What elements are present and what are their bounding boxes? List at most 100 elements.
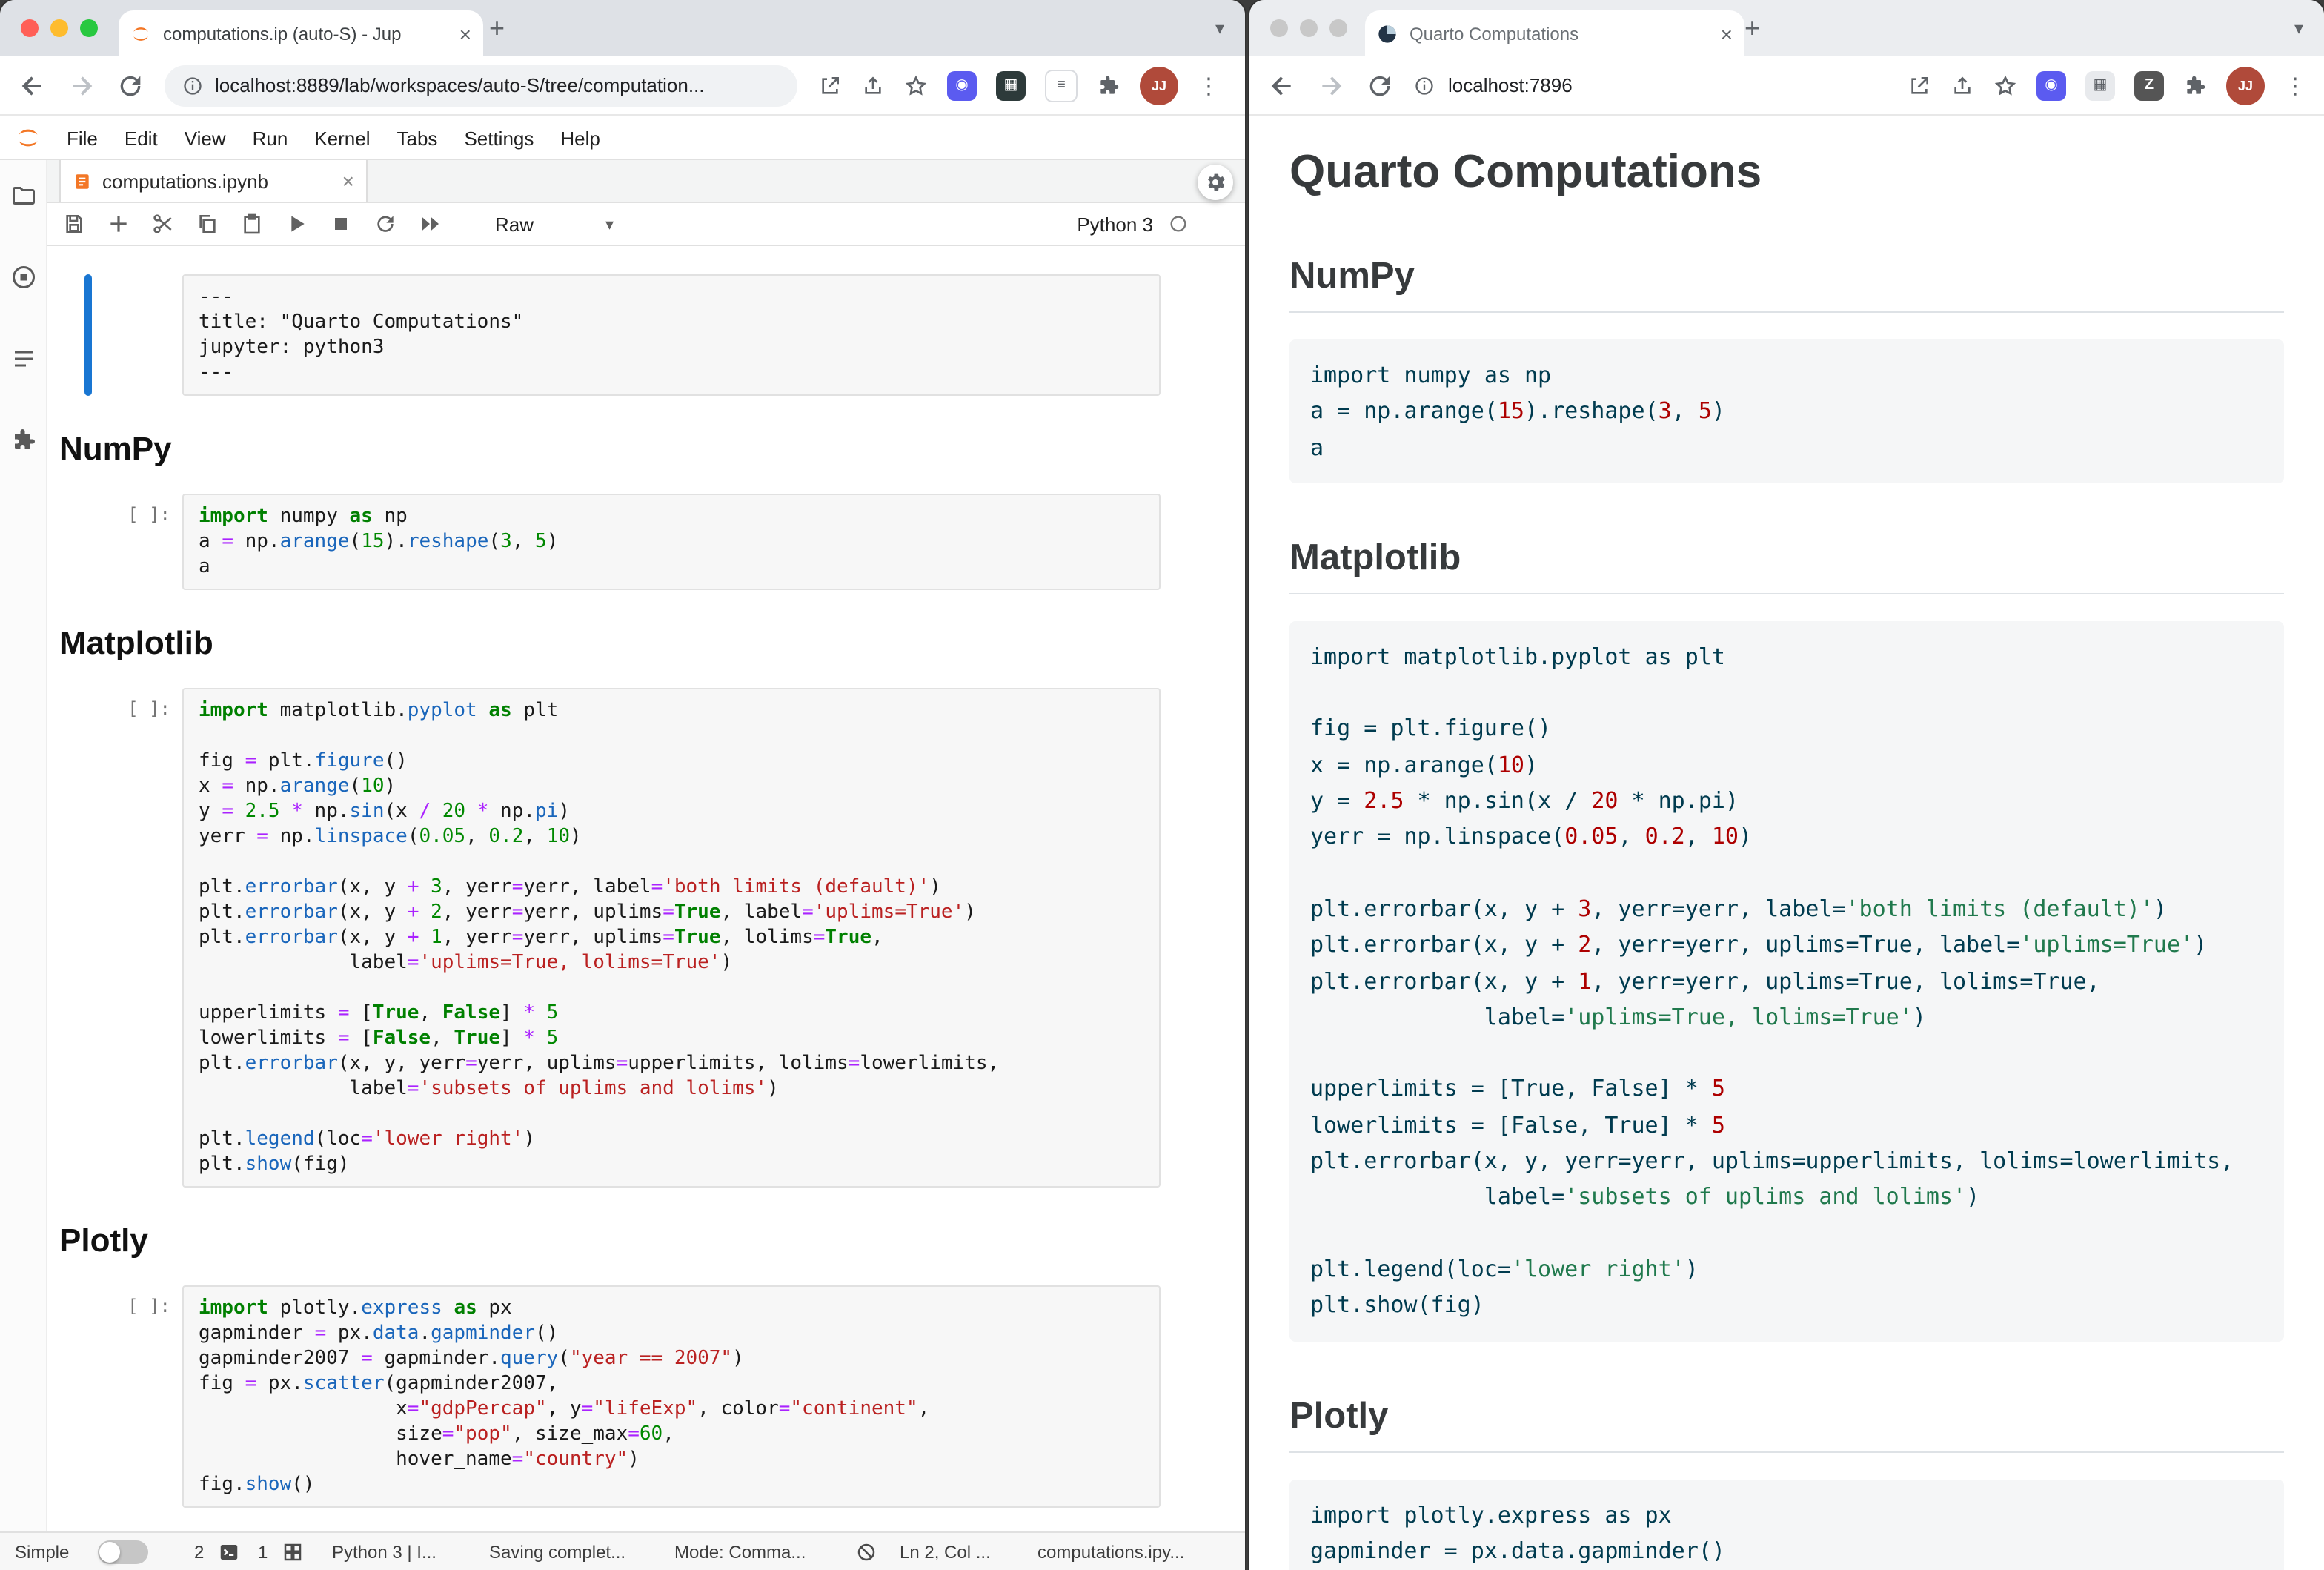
zoom-window-button[interactable] <box>1329 19 1347 37</box>
new-tab-button[interactable]: + <box>1744 13 1760 43</box>
active-cell-indicator[interactable] <box>84 274 92 396</box>
run-cell-button[interactable] <box>285 212 308 236</box>
markdown-heading-numpy[interactable]: NumPy <box>47 428 1245 470</box>
menu-tabs[interactable]: Tabs <box>384 127 451 149</box>
code-editor-matplotlib[interactable]: import matplotlib.pyplot as plt fig = pl… <box>182 688 1161 1188</box>
extension-loom-icon[interactable]: ◉ <box>947 70 977 100</box>
refresh-button[interactable] <box>1365 70 1395 100</box>
kernels-count[interactable]: 1 <box>258 1541 268 1562</box>
code-editor-plotly[interactable]: import plotly.express as pxgapminder = p… <box>182 1285 1161 1508</box>
bookmark-star-icon[interactable] <box>1993 73 2017 97</box>
add-cell-button[interactable] <box>107 212 130 236</box>
tab-search-chevron-icon[interactable]: ▾ <box>1215 18 1224 39</box>
extensions-puzzle-icon[interactable] <box>2183 73 2207 97</box>
save-button[interactable] <box>62 212 86 236</box>
address-bar[interactable]: localhost:8889/lab/workspaces/auto-S/tre… <box>165 64 797 106</box>
share-icon[interactable] <box>861 73 885 97</box>
tab-close-icon[interactable]: × <box>459 23 471 44</box>
kernel-grid-icon[interactable] <box>282 1540 304 1563</box>
open-in-new-icon[interactable] <box>818 73 842 97</box>
forward-button[interactable] <box>1316 70 1346 100</box>
extensions-puzzle-icon[interactable] <box>1097 73 1120 97</box>
bookmark-star-icon[interactable] <box>904 73 928 97</box>
site-info-icon[interactable] <box>182 75 203 96</box>
markdown-heading-matplotlib[interactable]: Matplotlib <box>47 623 1245 664</box>
tab-search-chevron-icon[interactable]: ▾ <box>2294 18 2303 39</box>
address-bar[interactable]: localhost:7896 <box>1414 74 1887 96</box>
cell-type-dropdown[interactable]: Raw ▾ <box>495 213 614 235</box>
open-in-new-icon[interactable] <box>1908 73 1931 97</box>
raw-frontmatter-cell[interactable]: ---title: "Quarto Computations"jupyter: … <box>182 274 1161 396</box>
menu-settings[interactable]: Settings <box>451 127 547 149</box>
paste-cells-button[interactable] <box>240 212 264 236</box>
code-cell-numpy[interactable]: [ ]: import numpy as npa = np.arange(15)… <box>182 494 1161 590</box>
cut-cells-button[interactable] <box>151 212 175 236</box>
menu-kernel[interactable]: Kernel <box>301 127 383 149</box>
close-window-button[interactable] <box>21 19 39 37</box>
zoom-window-button[interactable] <box>80 19 98 37</box>
copy-cells-button[interactable] <box>196 212 219 236</box>
section-heading-numpy: NumPy <box>1289 255 2284 313</box>
code-cell-plotly[interactable]: [ ]: import plotly.express as pxgapminde… <box>182 1285 1161 1508</box>
raw-cell-editor[interactable]: ---title: "Quarto Computations"jupyter: … <box>182 274 1161 396</box>
menu-run[interactable]: Run <box>239 127 302 149</box>
site-info-icon[interactable] <box>1414 75 1435 96</box>
code-editor-numpy[interactable]: import numpy as npa = np.arange(15).resh… <box>182 494 1161 590</box>
menu-view[interactable]: View <box>171 127 239 149</box>
close-window-button[interactable] <box>1270 19 1288 37</box>
plus-icon <box>107 212 130 236</box>
restart-kernel-button[interactable] <box>374 212 397 236</box>
extension-manager-puzzle-icon[interactable] <box>10 427 36 454</box>
share-icon[interactable] <box>1950 73 1974 97</box>
extension-dark-icon[interactable]: ▦ <box>996 70 1026 100</box>
saving-status: Saving complet... <box>489 1541 625 1562</box>
extension-z-icon[interactable]: Z <box>2134 70 2164 100</box>
code-block-plotly[interactable]: import plotly.express as pxgapminder = p… <box>1289 1479 2284 1570</box>
code-cell-matplotlib[interactable]: [ ]: import matplotlib.pyplot as plt fig… <box>182 688 1161 1188</box>
gear-icon <box>1204 170 1227 194</box>
running-kernels-icon[interactable] <box>10 264 36 291</box>
tab-close-icon[interactable]: × <box>1721 23 1733 44</box>
kernel-name[interactable]: Python 3 <box>1077 213 1153 235</box>
kernel-status-text[interactable]: Python 3 | I... <box>332 1541 436 1562</box>
browser-menu-icon[interactable]: ⋮ <box>2284 72 2306 99</box>
forward-button[interactable] <box>67 70 96 100</box>
editor-mode[interactable]: Mode: Comma... <box>674 1541 806 1562</box>
table-of-contents-icon[interactable] <box>10 345 36 372</box>
browser-tab[interactable]: Quarto Computations × <box>1365 10 1744 56</box>
settings-gear-button[interactable] <box>1198 165 1233 200</box>
markdown-heading-plotly[interactable]: Plotly <box>47 1220 1245 1262</box>
minimize-window-button[interactable] <box>1300 19 1318 37</box>
back-button[interactable] <box>18 70 47 100</box>
back-button[interactable] <box>1267 70 1297 100</box>
minimize-window-button[interactable] <box>50 19 68 37</box>
new-tab-button[interactable]: + <box>489 13 505 43</box>
cell-prompt: [ ]: <box>96 698 170 719</box>
code-block-matplotlib[interactable]: import matplotlib.pyplot as plt fig = pl… <box>1289 621 2284 1341</box>
play-icon <box>285 212 308 236</box>
profile-avatar[interactable]: JJ <box>1140 66 1178 105</box>
extension-gray-icon[interactable]: ▦ <box>2085 70 2115 100</box>
simple-mode-toggle[interactable] <box>98 1540 148 1563</box>
file-browser-folder-icon[interactable] <box>10 182 36 209</box>
terminal-icon[interactable] <box>218 1540 240 1563</box>
menu-edit[interactable]: Edit <box>111 127 171 149</box>
code-block-numpy[interactable]: import numpy as npa = np.arange(15).resh… <box>1289 339 2284 483</box>
extension-loom-icon[interactable]: ◉ <box>2036 70 2066 100</box>
interrupt-kernel-button[interactable] <box>329 212 353 236</box>
browser-tab[interactable]: computations.ip (auto-S) - Jup × <box>119 10 483 56</box>
restart-run-all-button[interactable] <box>418 212 442 236</box>
refresh-button[interactable] <box>116 70 145 100</box>
notebook-tab[interactable]: computations.ipynb × <box>59 160 368 202</box>
kernel-idle-circle-icon[interactable] <box>1168 213 1189 234</box>
cursor-position[interactable]: Ln 2, Col ... <box>900 1541 991 1562</box>
notebook-tab-close-icon[interactable]: × <box>342 169 354 193</box>
profile-avatar[interactable]: JJ <box>2226 66 2265 105</box>
notifications-slash-icon[interactable] <box>855 1540 877 1563</box>
menu-help[interactable]: Help <box>547 127 614 149</box>
section-heading-matplotlib: Matplotlib <box>1289 537 2284 594</box>
menu-file[interactable]: File <box>53 127 111 149</box>
browser-menu-icon[interactable]: ⋮ <box>1198 72 1220 99</box>
terminals-count[interactable]: 2 <box>194 1541 204 1562</box>
extension-page-icon[interactable]: ≡ <box>1045 69 1078 102</box>
